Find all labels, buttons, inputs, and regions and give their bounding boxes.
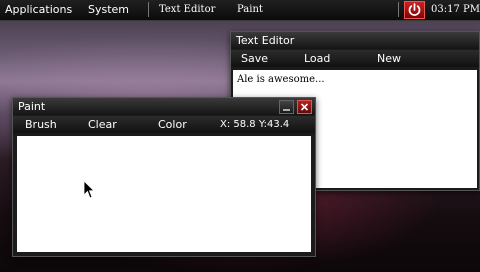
window-title: Paint <box>18 100 46 113</box>
task-text-editor[interactable]: Text Editor <box>159 4 215 15</box>
power-icon <box>408 3 421 16</box>
paint-window: Paint Brush Clear Color X: 58.8 Y:43.4 <box>12 97 316 257</box>
close-button[interactable] <box>297 100 312 114</box>
load-button[interactable]: Load <box>304 52 330 65</box>
applications-menu[interactable]: Applications <box>5 3 72 16</box>
save-button[interactable]: Save <box>241 52 268 65</box>
power-button[interactable] <box>404 1 425 19</box>
window-title: Text Editor <box>236 34 295 47</box>
cursor-coordinates: X: 58.8 Y:43.4 <box>220 119 290 130</box>
color-button[interactable]: Color <box>158 118 187 131</box>
close-icon <box>300 103 309 111</box>
minimize-icon <box>283 109 290 111</box>
minimize-button[interactable] <box>279 100 294 114</box>
clear-button[interactable]: Clear <box>88 118 117 131</box>
top-panel: Applications System Text Editor Paint 03… <box>0 0 480 21</box>
mouse-pointer-icon <box>83 180 95 199</box>
panel-separator <box>148 2 149 17</box>
text-editor-content: Ale is awesome... <box>237 74 325 85</box>
text-editor-menubar: Save Load New <box>231 50 479 67</box>
system-menu[interactable]: System <box>88 3 129 16</box>
clock: 03:17 PM <box>431 4 480 15</box>
paint-menubar: Brush Clear Color X: 58.8 Y:43.4 <box>13 116 315 133</box>
panel-separator <box>398 2 399 17</box>
paint-canvas[interactable] <box>17 136 311 252</box>
new-button[interactable]: New <box>377 52 401 65</box>
paint-titlebar[interactable]: Paint <box>13 98 315 115</box>
brush-button[interactable]: Brush <box>25 118 57 131</box>
task-paint[interactable]: Paint <box>237 4 263 15</box>
text-editor-titlebar[interactable]: Text Editor <box>231 32 479 49</box>
